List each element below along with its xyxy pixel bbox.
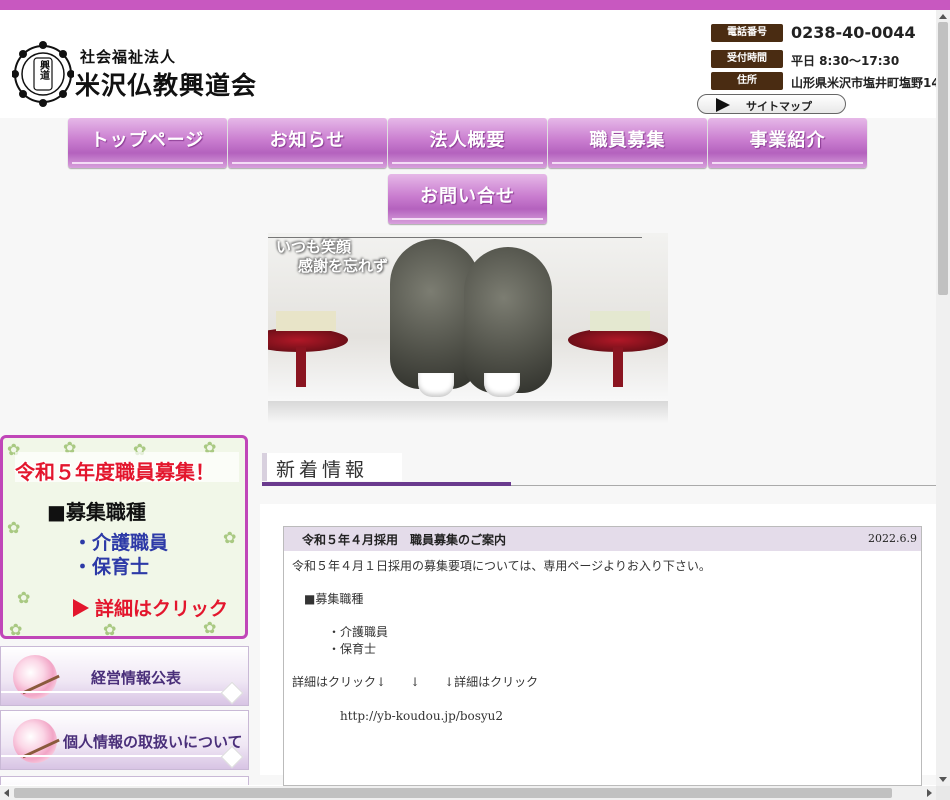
nav-recruitment[interactable]: 職員募集	[548, 118, 707, 168]
recruit-job-item: ・保育士	[73, 556, 150, 578]
news-post-line: ・保育士	[292, 642, 377, 656]
stand-leg-left	[296, 347, 306, 387]
offering-sweets-left	[276, 311, 336, 331]
address-value: 山形県米沢市塩井町塩野14	[791, 76, 936, 90]
phone-label: 電話番号	[711, 24, 783, 42]
side-link-next[interactable]	[0, 776, 249, 785]
scroll-down-icon[interactable]	[939, 777, 947, 782]
hero-image: いつも笑顔 感謝を忘れず	[268, 233, 668, 423]
nav-corporate-overview[interactable]: 法人概要	[388, 118, 547, 168]
site-header: 興道 社会福祉法人 米沢仏教興道会 電話番号 0238-40-0044 受付時間…	[0, 10, 936, 118]
hero-reflection	[268, 401, 668, 423]
hero-caption-2: 感謝を忘れず	[298, 257, 389, 275]
tea-cup-right	[484, 373, 520, 397]
hours-label: 受付時間	[711, 50, 783, 68]
news-underline-thick	[262, 482, 511, 486]
side-link-label: 経営情報公表	[91, 669, 182, 687]
scroll-right-icon[interactable]	[927, 789, 932, 797]
address-row: 住所 山形県米沢市塩井町塩野14	[711, 72, 936, 92]
news-heading: 新着情報	[276, 459, 369, 481]
news-post-line: ■募集職種	[292, 592, 364, 606]
clover-icon: ✿	[17, 588, 31, 607]
logo-subtitle: 社会福祉法人	[80, 48, 177, 66]
side-link-bar	[1, 755, 231, 757]
clover-icon: ✿	[103, 620, 117, 639]
clover-icon: ✿	[9, 620, 23, 639]
horizontal-scrollbar[interactable]	[0, 786, 936, 800]
clover-icon: ✿	[7, 518, 21, 537]
recruit-kind-heading: ■募集職種	[47, 500, 146, 524]
nav-top-page[interactable]: トップページ	[68, 118, 227, 168]
recruit-cta-label: 詳細はクリック	[95, 598, 229, 620]
offering-stand-left	[268, 328, 348, 352]
nav-news[interactable]: お知らせ	[228, 118, 387, 168]
news-post-date: 2022.6.9	[868, 532, 917, 545]
recruit-job-item: ・介護職員	[73, 532, 169, 554]
clover-icon: ✿	[223, 528, 237, 547]
recruit-banner[interactable]: ✿ ✿ ✿ ✿ ✿ ✿ ✿ ✿ ✿ ✿ 令和５年度職員募集！ ■募集職種 ・介護…	[0, 435, 248, 639]
news-post: 令和５年４月採用 職員募集のご案内 2022.6.9 令和５年４月１日採用の募集…	[283, 526, 922, 786]
sitemap-button[interactable]: サイトマップ	[697, 94, 846, 114]
tea-cup-left	[418, 373, 454, 397]
side-link-management-info[interactable]: 経営情報公表	[0, 646, 249, 706]
news-post-url[interactable]: http://yb-koudou.jp/bosyu2	[292, 707, 503, 724]
sitemap-label: サイトマップ	[746, 100, 812, 113]
hours-value: 平日 8:30〜17:30	[791, 54, 900, 68]
news-underline-thin	[511, 485, 936, 486]
vertical-scrollbar[interactable]	[936, 10, 950, 786]
hours-row: 受付時間 平日 8:30〜17:30	[711, 50, 936, 70]
news-post-title[interactable]: 令和５年４月採用 職員募集のご案内	[302, 531, 506, 548]
diamond-icon	[220, 681, 244, 705]
news-post-line: 詳細はクリック↓ ↓ ↓詳細はクリック	[292, 675, 539, 689]
logo-title: 米沢仏教興道会	[75, 71, 258, 100]
news-post-header: 令和５年４月採用 職員募集のご案内 2022.6.9	[284, 527, 921, 551]
stand-leg-right	[613, 347, 623, 387]
side-link-privacy[interactable]: 個人情報の取扱いについて	[0, 710, 249, 770]
recruit-title: 令和５年度職員募集！	[15, 460, 215, 484]
offering-sweets-right	[590, 311, 650, 331]
site-logo[interactable]: 興道 社会福祉法人 米沢仏教興道会	[12, 40, 262, 112]
news-post-line: 令和５年４月１日採用の募集要項については、専用ページよりお入り下さい。	[292, 559, 711, 573]
phone-row: 電話番号 0238-40-0044	[711, 23, 936, 44]
jizo-statue-right	[464, 247, 552, 393]
scrollbar-corner	[936, 786, 950, 800]
play-arrow-icon	[716, 98, 730, 112]
horizontal-scroll-thumb[interactable]	[14, 788, 892, 798]
scroll-up-icon[interactable]	[939, 14, 947, 19]
nav-services[interactable]: 事業紹介	[708, 118, 867, 168]
side-link-label: 個人情報の取扱いについて	[63, 733, 243, 751]
top-accent-bar	[0, 0, 950, 10]
logo-seal-icon: 興道	[12, 41, 74, 107]
red-arrow-icon	[73, 599, 89, 617]
vertical-scroll-thumb[interactable]	[938, 22, 948, 295]
news-post-line: ・介護職員	[292, 625, 389, 639]
phone-number[interactable]: 0238-40-0044	[791, 23, 916, 42]
hero-caption-1: いつも笑顔	[276, 238, 352, 256]
nav-contact[interactable]: お問い合せ	[388, 174, 547, 224]
address-label: 住所	[711, 72, 783, 90]
news-section-header: 新着情報	[262, 453, 936, 487]
scroll-left-icon[interactable]	[4, 789, 9, 797]
side-link-bar	[1, 691, 231, 693]
recruit-details-link[interactable]: 詳細はクリック	[73, 594, 228, 621]
logo-seal-text: 興道	[38, 59, 50, 81]
